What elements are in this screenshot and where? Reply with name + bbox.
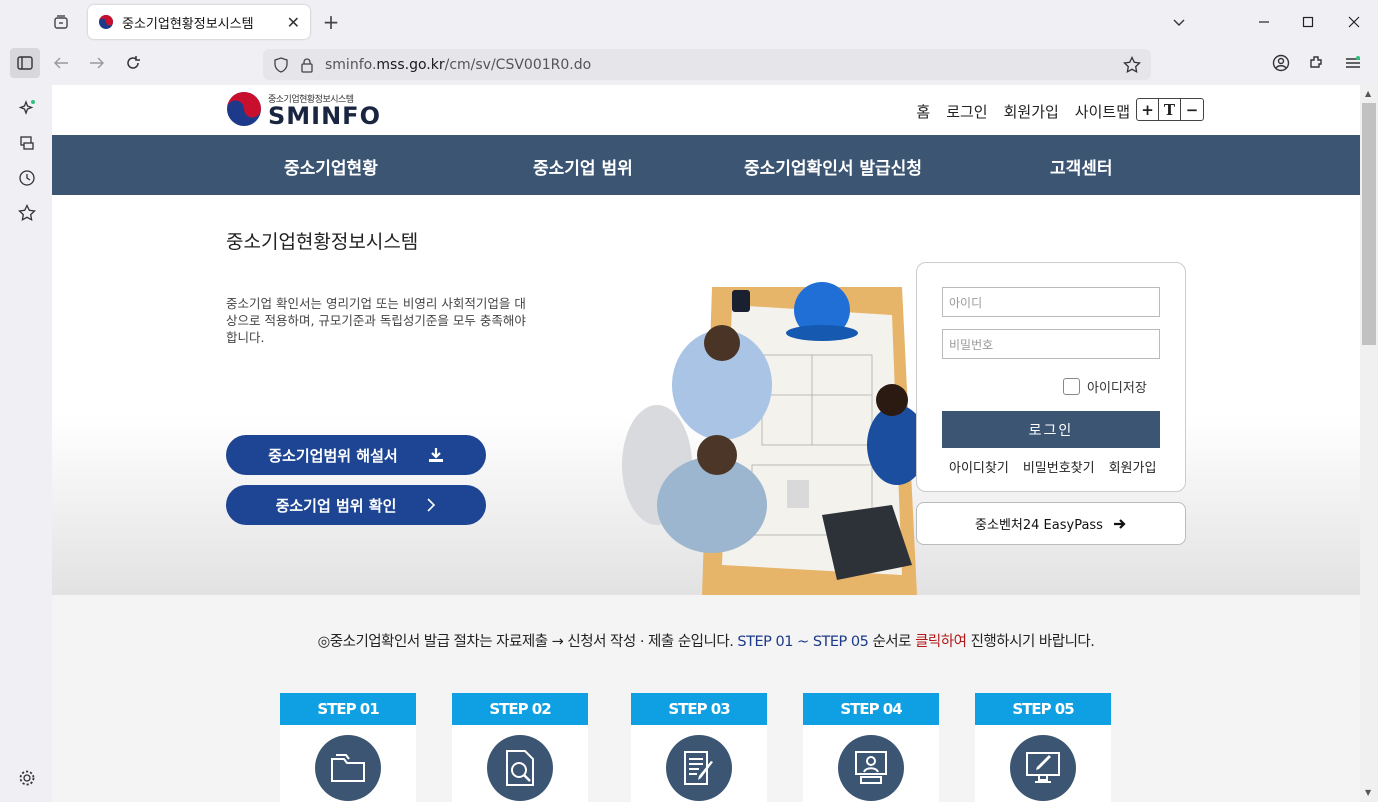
font-reset-button[interactable]: T <box>1159 99 1181 120</box>
scroll-down-arrow-icon[interactable]: ▼ <box>1365 788 1371 797</box>
sidebar-toggle-icon[interactable] <box>10 48 40 78</box>
step-02-label: STEP 02 <box>452 693 588 725</box>
logo-title: SMINFO <box>268 101 381 130</box>
tab-overview-icon[interactable] <box>46 7 76 37</box>
scope-guide-label: 중소기업범위 해설서 <box>268 446 398 465</box>
maximize-icon[interactable] <box>1293 7 1323 37</box>
step-03-card[interactable]: STEP 03 <box>631 693 767 802</box>
scroll-up-arrow-icon[interactable]: ▲ <box>1365 89 1371 98</box>
monitor-edit-icon <box>1010 735 1076 801</box>
top-link-sitemap[interactable]: 사이트맵 <box>1075 101 1130 122</box>
login-panel: 아이디 비밀번호 아이디저장 로그인 아이디찾기 비밀번호찾기 회원가입 <box>916 262 1186 492</box>
gov-favicon-icon <box>99 15 113 29</box>
save-id-checkbox[interactable]: 아이디저장 <box>1063 377 1147 396</box>
browser-tab-bar: 중소기업현황정보시스템 ✕ + <box>0 0 1378 44</box>
office-meeting-illustration <box>622 282 922 595</box>
minimize-icon[interactable] <box>1249 7 1279 37</box>
browser-sidebar <box>0 85 52 802</box>
step-02-card[interactable]: STEP 02 <box>452 693 588 802</box>
page-scrollbar[interactable]: ▲ ▼ <box>1360 85 1378 802</box>
scope-check-label: 중소기업 범위 확인 <box>275 496 397 515</box>
step-04-card[interactable]: STEP 04 <box>803 693 939 802</box>
process-notice-section: ◎중소기업확인서 발급 절차는 자료제출 → 신청서 작성 · 제출 순입니다.… <box>52 595 1360 802</box>
back-icon[interactable] <box>46 48 76 78</box>
nav-sme-status[interactable]: 중소기업현황 <box>284 154 378 179</box>
easypass-label: 중소벤처24 EasyPass <box>975 518 1103 533</box>
top-link-login[interactable]: 로그인 <box>946 101 987 122</box>
reload-icon[interactable] <box>118 48 148 78</box>
easypass-button[interactable]: 중소벤처24 EasyPass <box>916 502 1186 545</box>
step-04-label: STEP 04 <box>803 693 939 725</box>
shield-icon[interactable] <box>273 56 289 73</box>
site-logo[interactable]: 중소기업현황정보시스템 SMINFO <box>226 91 381 130</box>
top-links: 홈 로그인 회원가입 사이트맵 <box>916 101 1130 122</box>
history-clock-icon[interactable] <box>12 163 42 193</box>
document-write-icon <box>666 735 732 801</box>
signup-link[interactable]: 회원가입 <box>1109 457 1157 476</box>
step-05-card[interactable]: STEP 05 <box>975 693 1111 802</box>
web-viewport: 중소기업현황정보시스템 SMINFO 홈 로그인 회원가입 사이트맵 + T −… <box>52 85 1360 802</box>
hero-description: 중소기업 확인서는 영리기업 또는 비영리 사회적기업을 대상으로 적용하며, … <box>226 296 526 345</box>
password-input[interactable]: 비밀번호 <box>942 329 1160 359</box>
step-03-label: STEP 03 <box>631 693 767 725</box>
user-id-input[interactable]: 아이디 <box>942 287 1160 317</box>
menu-icon[interactable] <box>1338 48 1368 78</box>
step-01-card[interactable]: STEP 01 <box>280 693 416 802</box>
login-button[interactable]: 로그인 <box>942 411 1160 448</box>
download-icon <box>428 448 443 462</box>
checkbox-box[interactable] <box>1063 378 1080 395</box>
address-bar[interactable]: sminfo.mss.go.kr/cm/sv/CSV001R0.do <box>263 49 1151 80</box>
extensions-icon[interactable] <box>1302 48 1332 78</box>
tab-close-icon[interactable]: ✕ <box>287 13 300 32</box>
settings-gear-icon[interactable] <box>12 763 42 793</box>
computer-user-icon <box>838 735 904 801</box>
font-increase-button[interactable]: + <box>1137 99 1159 120</box>
browser-tab[interactable]: 중소기업현황정보시스템 ✕ <box>88 5 310 39</box>
step-01-label: STEP 01 <box>280 693 416 725</box>
chevron-right-icon <box>427 498 436 512</box>
taegeuk-logo-icon <box>227 92 261 126</box>
find-id-link[interactable]: 아이디찾기 <box>949 457 1009 476</box>
login-links: 아이디찾기 비밀번호찾기 회원가입 <box>949 457 1156 476</box>
nav-sme-scope[interactable]: 중소기업 범위 <box>533 154 633 179</box>
list-tabs-chevron-icon[interactable] <box>1164 7 1194 37</box>
scope-check-button[interactable]: 중소기업 범위 확인 <box>226 485 486 525</box>
scrollbar-thumb[interactable] <box>1362 103 1376 345</box>
arrow-right-icon <box>1113 518 1126 529</box>
bookmarks-star-icon[interactable] <box>12 198 42 228</box>
browser-nav-bar: sminfo.mss.go.kr/cm/sv/CSV001R0.do <box>0 44 1378 85</box>
tab-title: 중소기업현황정보시스템 <box>122 16 254 32</box>
url-text: sminfo.mss.go.kr/cm/sv/CSV001R0.do <box>325 56 592 73</box>
account-icon[interactable] <box>1266 48 1296 78</box>
top-link-signup[interactable]: 회원가입 <box>1004 101 1059 122</box>
find-password-link[interactable]: 비밀번호찾기 <box>1023 457 1095 476</box>
forward-icon[interactable] <box>82 48 112 78</box>
save-id-label: 아이디저장 <box>1087 381 1147 396</box>
synced-tabs-icon[interactable] <box>12 128 42 158</box>
hero-title: 중소기업현황정보시스템 <box>226 231 419 253</box>
ai-chat-icon[interactable] <box>12 93 42 123</box>
document-search-icon <box>487 735 553 801</box>
close-window-icon[interactable] <box>1339 7 1369 37</box>
site-header: 중소기업현황정보시스템 SMINFO 홈 로그인 회원가입 사이트맵 + T − <box>52 85 1360 135</box>
top-link-home[interactable]: 홈 <box>916 101 930 122</box>
font-size-controls: + T − <box>1136 98 1204 121</box>
folder-icon <box>315 735 381 801</box>
step-05-label: STEP 05 <box>975 693 1111 725</box>
scope-guide-download-button[interactable]: 중소기업범위 해설서 <box>226 435 486 475</box>
nav-customer-center[interactable]: 고객센터 <box>1050 154 1113 179</box>
main-nav: 중소기업현황 중소기업 범위 중소기업확인서 발급신청 고객센터 <box>52 135 1360 195</box>
nav-certificate-apply[interactable]: 중소기업확인서 발급신청 <box>744 154 922 179</box>
lock-icon[interactable] <box>299 57 315 73</box>
font-decrease-button[interactable]: − <box>1181 99 1203 120</box>
hero-section: 중소기업현황정보시스템 중소기업 확인서는 영리기업 또는 비영리 사회적기업을… <box>52 195 1360 595</box>
bookmark-star-icon[interactable] <box>1123 55 1141 74</box>
process-notice-text: ◎중소기업확인서 발급 절차는 자료제출 → 신청서 작성 · 제출 순입니다.… <box>317 634 1095 650</box>
new-tab-icon[interactable]: + <box>316 7 346 37</box>
